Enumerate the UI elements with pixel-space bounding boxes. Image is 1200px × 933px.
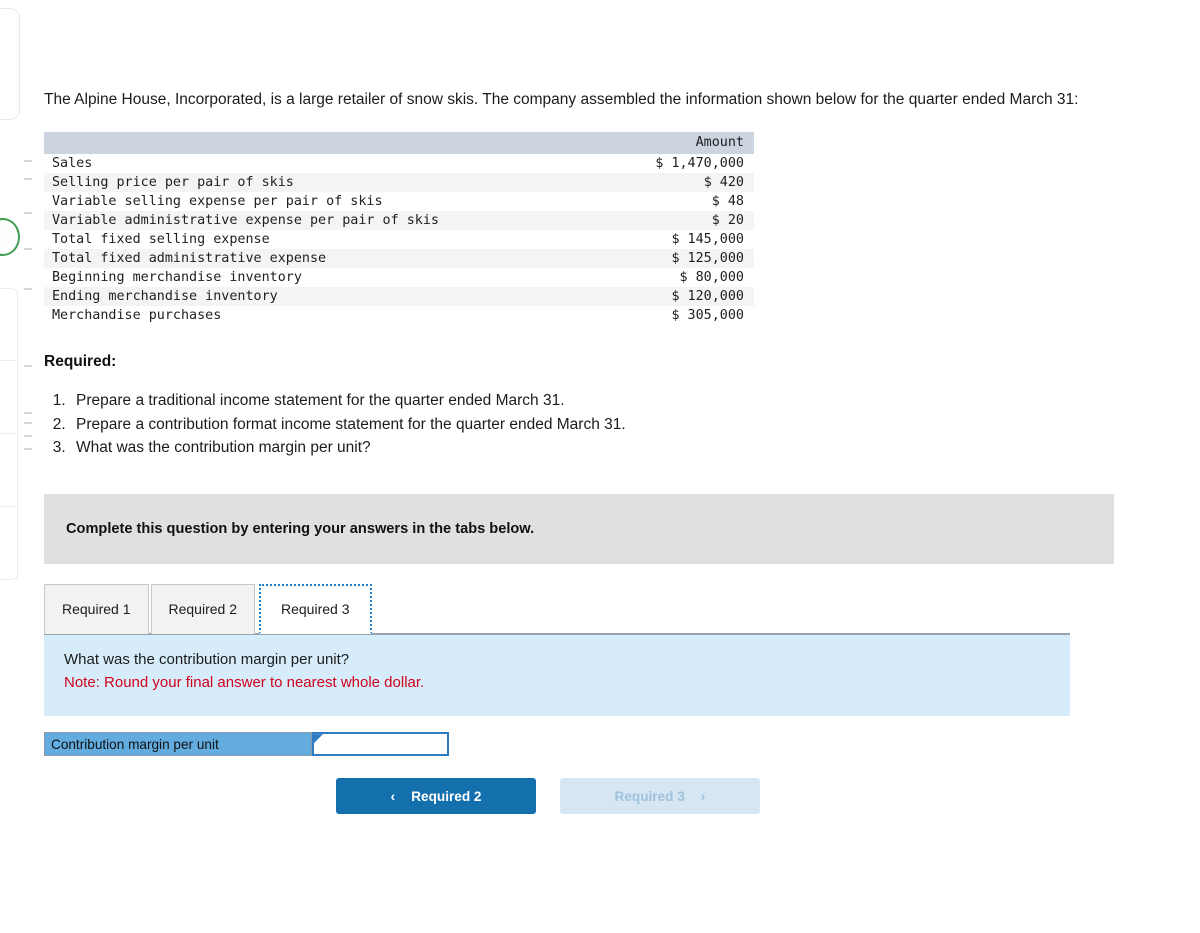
required-list-item: Prepare a traditional income statement f… — [70, 389, 1184, 413]
table-cell-label: Ending merchandise inventory — [52, 289, 278, 305]
table-row: Selling price per pair of skis $ 420 — [44, 173, 754, 193]
table-cell-label: Merchandise purchases — [52, 308, 222, 324]
tab-label: Required 3 — [281, 600, 350, 617]
table-cell-label: Total fixed selling expense — [52, 232, 270, 248]
table-cell-amount: $ 20 — [711, 213, 744, 229]
table-header-amount: Amount — [605, 132, 754, 155]
navigation-buttons: ‹ Required 2 Required 3 › — [44, 778, 1184, 815]
requirement-tabs: Required 1 Required 2 Required 3 — [44, 582, 1184, 634]
table-row: Beginning merchandise inventory $ 80,000 — [44, 268, 754, 288]
table-cell-amount: $ 120,000 — [671, 289, 744, 305]
table-row: Total fixed administrative expense $ 125,… — [44, 249, 754, 269]
table-row: Sales $ 1,470,000 — [44, 154, 754, 174]
edge-tick-marks — [24, 160, 32, 580]
tab-label: Required 2 — [168, 601, 238, 618]
table-cell-amount: $ 125,000 — [671, 251, 744, 267]
table-cell-label: Variable administrative expense per pair… — [52, 213, 439, 229]
table-row: Total fixed selling expense $ 145,000 — [44, 230, 754, 250]
next-required-3-button[interactable]: Required 3 › — [560, 778, 760, 815]
chevron-right-icon: › — [700, 788, 706, 805]
table-cell-label: Total fixed administrative expense — [52, 251, 327, 267]
required-list-item: What was the contribution margin per uni… — [70, 436, 1184, 460]
table-cell-label: Beginning merchandise inventory — [52, 270, 302, 286]
complete-question-text: Complete this question by entering your … — [66, 520, 535, 537]
partial-list-rows-left — [0, 288, 18, 580]
table-header-row: Amount — [44, 132, 754, 155]
green-status-circle-icon — [0, 218, 20, 256]
table-cell-amount: $ 80,000 — [679, 270, 745, 286]
table-cell-amount: $ 305,000 — [671, 308, 744, 324]
required-list: Prepare a traditional income statement f… — [44, 389, 1184, 460]
required-list-item: Prepare a contribution format income sta… — [70, 413, 1184, 437]
prev-required-2-button[interactable]: ‹ Required 2 — [336, 778, 536, 815]
tab-label: Required 1 — [62, 601, 131, 618]
chevron-left-icon: ‹ — [390, 788, 396, 805]
list-item — [0, 288, 18, 361]
tab-required-2[interactable]: Required 2 — [150, 583, 255, 634]
next-button-label: Required 3 — [614, 788, 685, 804]
question-note: Note: Round your final answer to nearest… — [64, 674, 425, 692]
table-row: Ending merchandise inventory $ 120,000 — [44, 287, 754, 307]
answer-row: Contribution margin per unit — [44, 732, 449, 757]
table-body: Sales $ 1,470,000 Selling price per pair o… — [44, 154, 754, 326]
contribution-margin-per-unit-input[interactable] — [314, 734, 447, 755]
table-row: Variable selling expense per pair of ski… — [44, 192, 754, 212]
table-header-label — [44, 132, 606, 155]
question-text: What was the contribution margin per uni… — [64, 650, 350, 668]
complete-question-banner: Complete this question by entering your … — [44, 493, 1114, 564]
list-item — [0, 507, 18, 580]
tab-required-3[interactable]: Required 3 — [259, 583, 372, 634]
table-cell-label: Variable selling expense per pair of ski… — [52, 194, 383, 210]
intro-paragraph: The Alpine House, Incorporated, is a lar… — [44, 91, 1079, 108]
partial-card-top-left — [0, 8, 20, 120]
answer-label: Contribution margin per unit — [44, 732, 312, 757]
table-cell-amount: $ 48 — [711, 194, 744, 210]
table-cell-amount: $ 145,000 — [671, 232, 744, 248]
required-heading: Required: — [44, 353, 117, 371]
table-cell-label: Selling price per pair of skis — [52, 175, 294, 191]
question-content: The Alpine House, Incorporated, is a lar… — [44, 0, 1184, 933]
list-item — [0, 434, 18, 507]
question-panel: What was the contribution margin per uni… — [44, 634, 1070, 717]
table-cell-amount: $ 420 — [703, 175, 744, 191]
table-row: Merchandise purchases $ 305,000 — [44, 306, 754, 326]
prev-button-label: Required 2 — [411, 788, 482, 804]
given-data-table: Amount Sales $ 1,470,000 Selling price per… — [44, 132, 754, 326]
table-cell-amount: $ 1,470,000 — [655, 156, 744, 172]
table-cell-label: Sales — [52, 156, 93, 172]
tab-required-1[interactable]: Required 1 — [44, 583, 149, 634]
answer-input-wrapper[interactable] — [312, 732, 449, 757]
list-item — [0, 361, 18, 434]
table-row: Variable administrative expense per pair… — [44, 211, 754, 231]
